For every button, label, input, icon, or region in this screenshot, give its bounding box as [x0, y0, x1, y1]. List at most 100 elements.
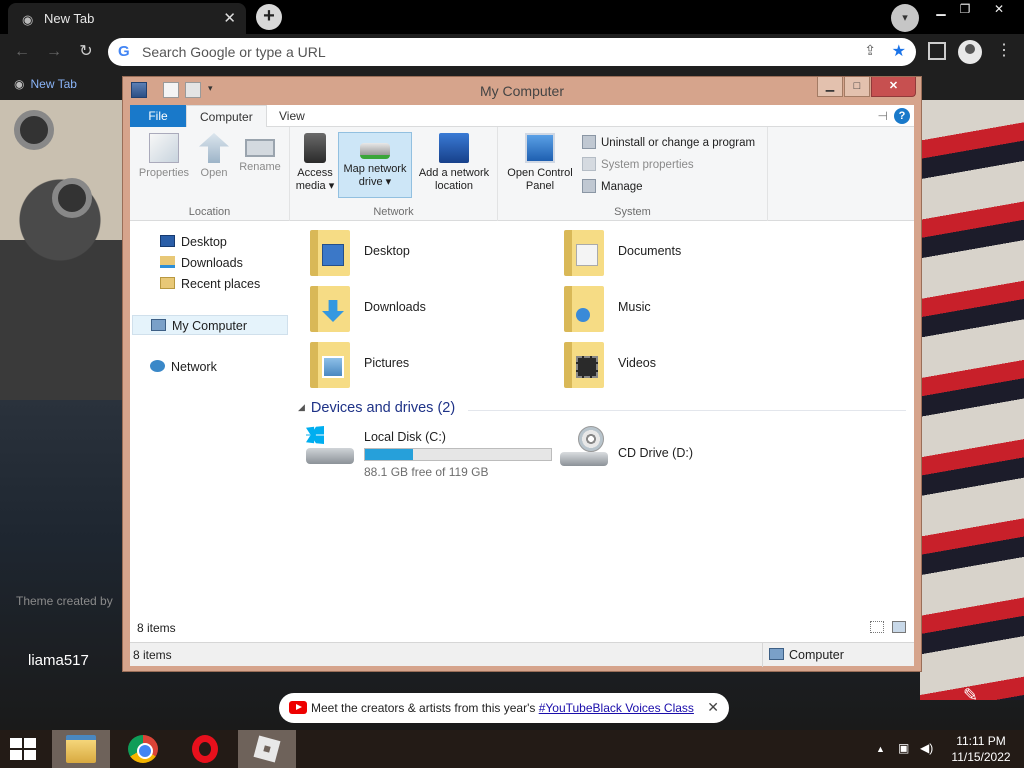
- folder-pictures[interactable]: Pictures: [304, 340, 544, 392]
- back-arrow-icon[interactable]: ←: [12, 42, 32, 62]
- details-view-icon[interactable]: [870, 621, 884, 633]
- theme-username[interactable]: liama517: [28, 652, 89, 669]
- uninstall-program-button[interactable]: Uninstall or change a program: [582, 135, 755, 149]
- folder-music[interactable]: Music: [558, 284, 798, 336]
- ribbon-minimize-icon[interactable]: ⊣: [878, 109, 888, 123]
- open-control-panel-button[interactable]: Open Control Panel: [502, 133, 578, 193]
- drive-d[interactable]: CD Drive (D:): [556, 426, 816, 478]
- browser-menu-icon[interactable]: ⋮: [996, 40, 1012, 60]
- browser-close-button[interactable]: ✕: [984, 0, 1014, 18]
- media-icon: [304, 133, 326, 163]
- profile-avatar-icon[interactable]: [958, 40, 982, 64]
- reload-icon[interactable]: ↻: [76, 42, 96, 62]
- explorer-titlebar[interactable]: ▾ My Computer ▁ □ ✕: [123, 77, 921, 105]
- customize-pencil-icon[interactable]: ✎: [963, 685, 978, 706]
- taskbar-opera[interactable]: [176, 730, 234, 768]
- rename-button[interactable]: Rename: [236, 133, 284, 174]
- folder-icon: [564, 230, 604, 276]
- ribbon-group-system: Open Control Panel Uninstall or change a…: [498, 127, 768, 221]
- nav-item-my-computer[interactable]: My Computer: [132, 315, 288, 335]
- bookmark-star-icon[interactable]: ★: [892, 41, 906, 61]
- maximize-button[interactable]: □: [844, 77, 870, 97]
- taskbar-clock[interactable]: 11:11 PM 11/15/2022: [940, 733, 1022, 765]
- bookmark-favicon-icon: ◉: [14, 77, 25, 91]
- taskbar-chrome[interactable]: [114, 730, 172, 768]
- network-status-icon[interactable]: ▣: [898, 741, 909, 755]
- taskbar-file-explorer[interactable]: [52, 730, 110, 768]
- folder-videos[interactable]: Videos: [558, 340, 798, 392]
- rename-icon: [245, 139, 275, 157]
- manage-button[interactable]: Manage: [582, 179, 643, 193]
- ribbon: Properties Open Rename Location Access m…: [130, 127, 914, 221]
- add-network-location-button[interactable]: Add a network location: [414, 133, 494, 193]
- status-bar: 8 items Computer: [130, 642, 914, 667]
- window-title: My Computer: [479, 83, 565, 99]
- properties-icon: [149, 133, 179, 163]
- details-status: 8 items: [130, 612, 914, 642]
- file-explorer-icon: [66, 735, 96, 763]
- forward-arrow-icon[interactable]: →: [44, 42, 64, 62]
- windows-logo-icon: [306, 426, 324, 444]
- manage-icon: [582, 179, 596, 193]
- browser-restore-button[interactable]: ❐: [950, 0, 980, 18]
- tab-view[interactable]: View: [266, 105, 318, 128]
- promo-link[interactable]: #YouTubeBlack Voices Class: [539, 701, 694, 715]
- omnibox[interactable]: G Search Google or type a URL ⇪ ★: [108, 38, 916, 66]
- nav-item-downloads[interactable]: Downloads: [160, 253, 243, 273]
- open-button[interactable]: Open: [194, 133, 234, 180]
- browser-toolbar: ← → ↻ G Search Google or type a URL ⇪ ★ …: [0, 34, 1024, 70]
- nav-item-desktop[interactable]: Desktop: [160, 232, 227, 252]
- robot-eye-right-icon: [52, 178, 92, 218]
- theme-credit[interactable]: Theme created by: [16, 594, 113, 608]
- nav-item-recent-places[interactable]: Recent places: [160, 274, 260, 294]
- tab-search-button[interactable]: ▾: [891, 4, 919, 32]
- devices-section-header[interactable]: ◢ Devices and drives (2): [298, 400, 455, 416]
- map-network-drive-button[interactable]: Map network drive ▾: [338, 132, 412, 198]
- tab-computer[interactable]: Computer: [186, 105, 267, 128]
- google-icon: G: [118, 43, 130, 60]
- network-location-icon: [439, 133, 469, 163]
- tab-file[interactable]: File: [130, 105, 186, 127]
- system-properties-button[interactable]: System properties: [582, 157, 694, 171]
- tiles-view-icon[interactable]: [892, 621, 906, 633]
- folder-downloads[interactable]: Downloads: [304, 284, 544, 336]
- new-tab-button[interactable]: +: [256, 4, 282, 30]
- network-icon: [150, 360, 165, 372]
- nav-item-network[interactable]: Network: [150, 357, 217, 377]
- side-panel-icon[interactable]: [928, 42, 946, 60]
- tab-title: New Tab: [44, 11, 95, 26]
- share-icon[interactable]: ⇪: [864, 42, 876, 59]
- item-count: 8 items: [137, 621, 176, 635]
- bookmark-new-tab[interactable]: ◉ New Tab: [14, 77, 77, 91]
- content-pane: Desktop Documents Downloads Music Pictur…: [290, 222, 914, 612]
- close-button[interactable]: ✕: [871, 77, 916, 97]
- folder-documents[interactable]: Documents: [558, 228, 798, 280]
- group-label-location: Location: [188, 206, 231, 218]
- roblox-icon: [253, 735, 281, 763]
- promo-text: Meet the creators & artists from this ye…: [311, 701, 694, 715]
- folder-desktop[interactable]: Desktop: [304, 228, 544, 280]
- recent-places-icon: [160, 277, 175, 289]
- properties-button[interactable]: Properties: [136, 133, 192, 180]
- access-media-button[interactable]: Access media ▾: [294, 133, 336, 193]
- windows-start-icon[interactable]: [10, 738, 38, 760]
- explorer-window: ▾ My Computer ▁ □ ✕ File Computer View ⊣…: [122, 76, 922, 672]
- drive-c[interactable]: Local Disk (C:) 88.1 GB free of 119 GB: [302, 426, 562, 479]
- taskbar-roblox[interactable]: [238, 730, 296, 768]
- drive-free-space: 88.1 GB free of 119 GB: [364, 465, 489, 479]
- tray-overflow-icon[interactable]: ▲: [876, 744, 885, 754]
- promo-close-icon[interactable]: ✕: [707, 699, 719, 716]
- help-icon[interactable]: ?: [894, 108, 910, 124]
- volume-icon[interactable]: ◀): [920, 741, 933, 755]
- film-strip-icon: [576, 356, 598, 378]
- tab-close-icon[interactable]: ✕: [223, 9, 236, 27]
- section-divider: [468, 410, 906, 411]
- clock-time: 11:11 PM: [956, 734, 1006, 748]
- tab-new-tab[interactable]: ◉ New Tab ✕: [8, 3, 246, 34]
- chrome-icon: [128, 735, 158, 763]
- pictures-overlay-icon: [322, 356, 344, 378]
- folder-icon: [564, 342, 604, 388]
- minimize-button[interactable]: ▁: [817, 77, 843, 97]
- browser-tabstrip: ◉ New Tab ✕ + ▾ ▁ ❐ ✕: [0, 0, 1024, 34]
- youtube-icon: [289, 701, 307, 714]
